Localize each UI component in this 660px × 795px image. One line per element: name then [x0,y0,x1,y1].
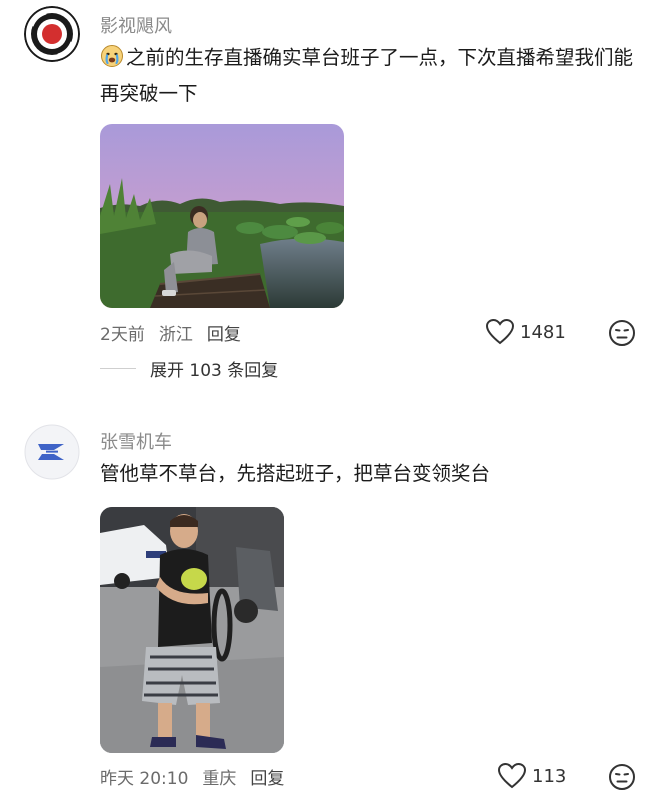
comment-time: 昨天 20:10 [100,769,189,789]
dislike-button[interactable] [608,763,636,795]
comment-item-2: 张雪机车 管他草不草台，先搭起班子，把草台变领奖台 昨天 20:10 重庆 回复… [0,0,660,792]
man-holding-coconut-photo [100,507,284,753]
comment-text: 管他草不草台，先搭起班子，把草台变领奖台 [100,462,491,485]
comment-meta: 昨天 20:10 重庆 回复 [100,764,298,789]
meh-face-icon [609,764,635,790]
avatar[interactable] [24,424,80,480]
reply-button[interactable]: 回复 [250,769,284,789]
blue-z-logo-icon [24,424,80,480]
like-count: 113 [532,765,567,787]
comment-image[interactable] [100,507,284,753]
like-button[interactable]: 113 [498,763,566,789]
username[interactable]: 张雪机车 [100,428,172,454]
comment-location: 重庆 [202,769,237,789]
heart-icon [498,763,526,789]
